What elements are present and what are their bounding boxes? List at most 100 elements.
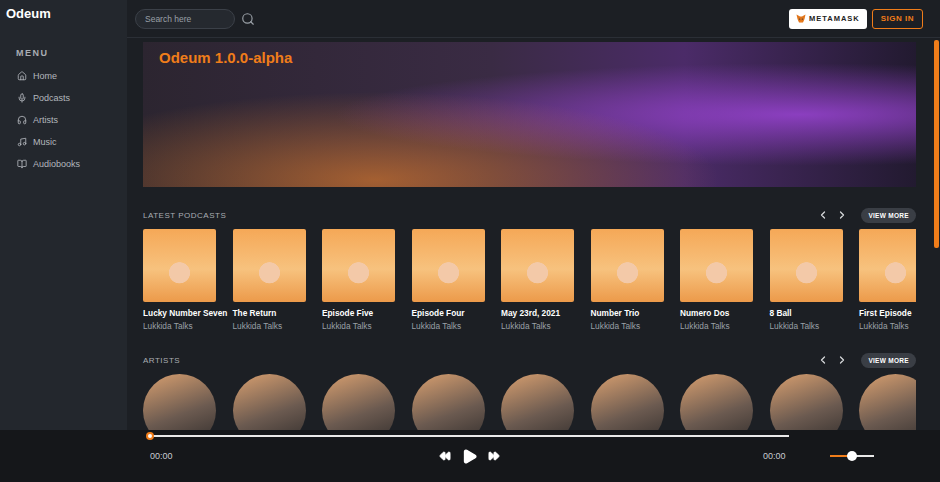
previous-button[interactable] (815, 209, 830, 221)
menu-heading: MENU (0, 47, 127, 59)
chevron-left-icon (817, 209, 829, 221)
banner: Odeum 1.0.0-alpha (143, 42, 916, 187)
podcast-cover (501, 229, 574, 302)
podcast-card[interactable]: First Episode Lukkida Talks (859, 229, 916, 332)
main-column: METAMASKSIGN IN Odeum 1.0.0-alpha LATEST P… (127, 0, 940, 482)
rewind-button[interactable] (439, 450, 451, 462)
volume-slider[interactable] (830, 451, 874, 461)
sidebar: Odeum MENU HomePodcastsArtistsMusicAudiobo… (0, 0, 127, 482)
podcast-card[interactable]: Number Trio Lukkida Talks (591, 229, 679, 332)
podcast-cover (680, 229, 753, 302)
artists-header: ARTISTS VIEW MORE (143, 349, 916, 371)
scrollbar[interactable] (932, 38, 940, 482)
metamask-button[interactable]: METAMASK (789, 9, 867, 29)
podcast-author: Lukkida Talks (233, 321, 321, 332)
podcast-author: Lukkida Talks (859, 321, 916, 332)
content: Odeum 1.0.0-alpha LATEST PODCASTS VIEW MOR… (127, 38, 932, 482)
progress-track (150, 435, 789, 437)
podcast-cover (143, 229, 216, 302)
section-title: ARTISTS (143, 356, 180, 365)
forward-button[interactable] (488, 450, 500, 462)
chevron-right-icon (836, 354, 848, 366)
podcast-cover (591, 229, 664, 302)
next-button[interactable] (834, 354, 849, 366)
scrollbar-thumb[interactable] (934, 40, 939, 248)
duration-time: 00:00 (763, 451, 830, 461)
podcast-card[interactable]: Episode Five Lukkida Talks (322, 229, 410, 332)
podcasts-header: LATEST PODCASTS VIEW MORE (143, 204, 916, 226)
podcast-title: 8 Ball (770, 308, 858, 319)
sidebar-item[interactable]: Podcasts (0, 87, 127, 109)
sidebar-item[interactable]: Artists (0, 109, 127, 131)
podcast-author: Lukkida Talks (770, 321, 858, 332)
search-field[interactable] (135, 9, 235, 29)
podcast-title: First Episode (859, 308, 916, 319)
metamask-fox-icon (796, 14, 806, 23)
podcast-title: Numero Dos (680, 308, 768, 319)
menu-list: HomePodcastsArtistsMusicAudiobooks (0, 65, 127, 175)
podcast-cover (859, 229, 916, 302)
podcast-card[interactable]: May 23rd, 2021 Lukkida Talks (501, 229, 589, 332)
podcast-card[interactable]: Episode Four Lukkida Talks (412, 229, 500, 332)
podcast-cover (233, 229, 306, 302)
sidebar-item[interactable]: Audiobooks (0, 153, 127, 175)
view-more-button[interactable]: VIEW MORE (861, 353, 916, 368)
podcast-title: Episode Five (322, 308, 410, 319)
podcast-card[interactable]: Lucky Number Seven Lukkida Talks (143, 229, 231, 332)
elapsed-time: 00:00 (150, 451, 430, 461)
podcast-author: Lukkida Talks (143, 321, 231, 332)
podcast-list: Lucky Number SevenLukkida TalksThe Retur… (143, 229, 916, 332)
progress-slider[interactable] (150, 433, 789, 439)
podcast-card[interactable]: Numero Dos Lukkida Talks (680, 229, 768, 332)
podcast-author: Lukkida Talks (591, 321, 679, 332)
volume-knob[interactable] (847, 451, 857, 461)
podcast-cover (770, 229, 843, 302)
podcast-cover (412, 229, 485, 302)
search-icon (241, 12, 255, 26)
previous-button[interactable] (815, 354, 830, 366)
sign-in-button[interactable]: SIGN IN (872, 9, 923, 29)
podcasts-section: LATEST PODCASTS VIEW MORE Lucky Number Sev… (143, 204, 916, 332)
microphone-icon (17, 93, 27, 103)
forward-icon (488, 450, 500, 462)
sidebar-item[interactable]: Music (0, 131, 127, 153)
chevron-left-icon (817, 354, 829, 366)
player-controls: 00:00 00:00 (150, 444, 940, 468)
book-icon (17, 159, 27, 169)
home-icon (17, 71, 27, 81)
view-more-button[interactable]: VIEW MORE (861, 208, 916, 223)
header-actions: METAMASKSIGN IN (789, 9, 923, 29)
banner-title: Odeum 1.0.0-alpha (159, 48, 900, 68)
podcast-author: Lukkida Talks (322, 321, 410, 332)
podcast-card[interactable]: 8 Ball Lukkida Talks (770, 229, 858, 332)
podcast-title: Number Trio (591, 308, 679, 319)
section-tools: VIEW MORE (815, 353, 916, 368)
play-icon (461, 448, 478, 465)
page-body: Odeum 1.0.0-alpha LATEST PODCASTS VIEW MOR… (127, 38, 940, 482)
section-title: LATEST PODCASTS (143, 211, 226, 220)
top-bar: METAMASKSIGN IN (127, 0, 940, 38)
podcast-card[interactable]: The Return Lukkida Talks (233, 229, 321, 332)
chevron-right-icon (836, 209, 848, 221)
transport (430, 448, 508, 465)
sidebar-item[interactable]: Home (0, 65, 127, 87)
play-button[interactable] (461, 448, 478, 465)
progress-knob[interactable] (146, 432, 154, 440)
podcast-cover (322, 229, 395, 302)
next-button[interactable] (834, 209, 849, 221)
podcast-title: The Return (233, 308, 321, 319)
search-button[interactable] (241, 12, 255, 26)
podcast-title: May 23rd, 2021 (501, 308, 589, 319)
headphones-icon (17, 115, 27, 125)
app-logo[interactable]: Odeum (0, 6, 127, 22)
music-icon (17, 137, 27, 147)
player-bar: 00:00 00:00 (0, 430, 940, 482)
podcast-author: Lukkida Talks (680, 321, 768, 332)
podcast-author: Lukkida Talks (412, 321, 500, 332)
section-tools: VIEW MORE (815, 208, 916, 223)
rewind-icon (439, 450, 451, 462)
podcast-title: Lucky Number Seven (143, 308, 231, 319)
podcast-title: Episode Four (412, 308, 500, 319)
app: Odeum MENU HomePodcastsArtistsMusicAudiobo… (0, 0, 940, 482)
podcast-author: Lukkida Talks (501, 321, 589, 332)
